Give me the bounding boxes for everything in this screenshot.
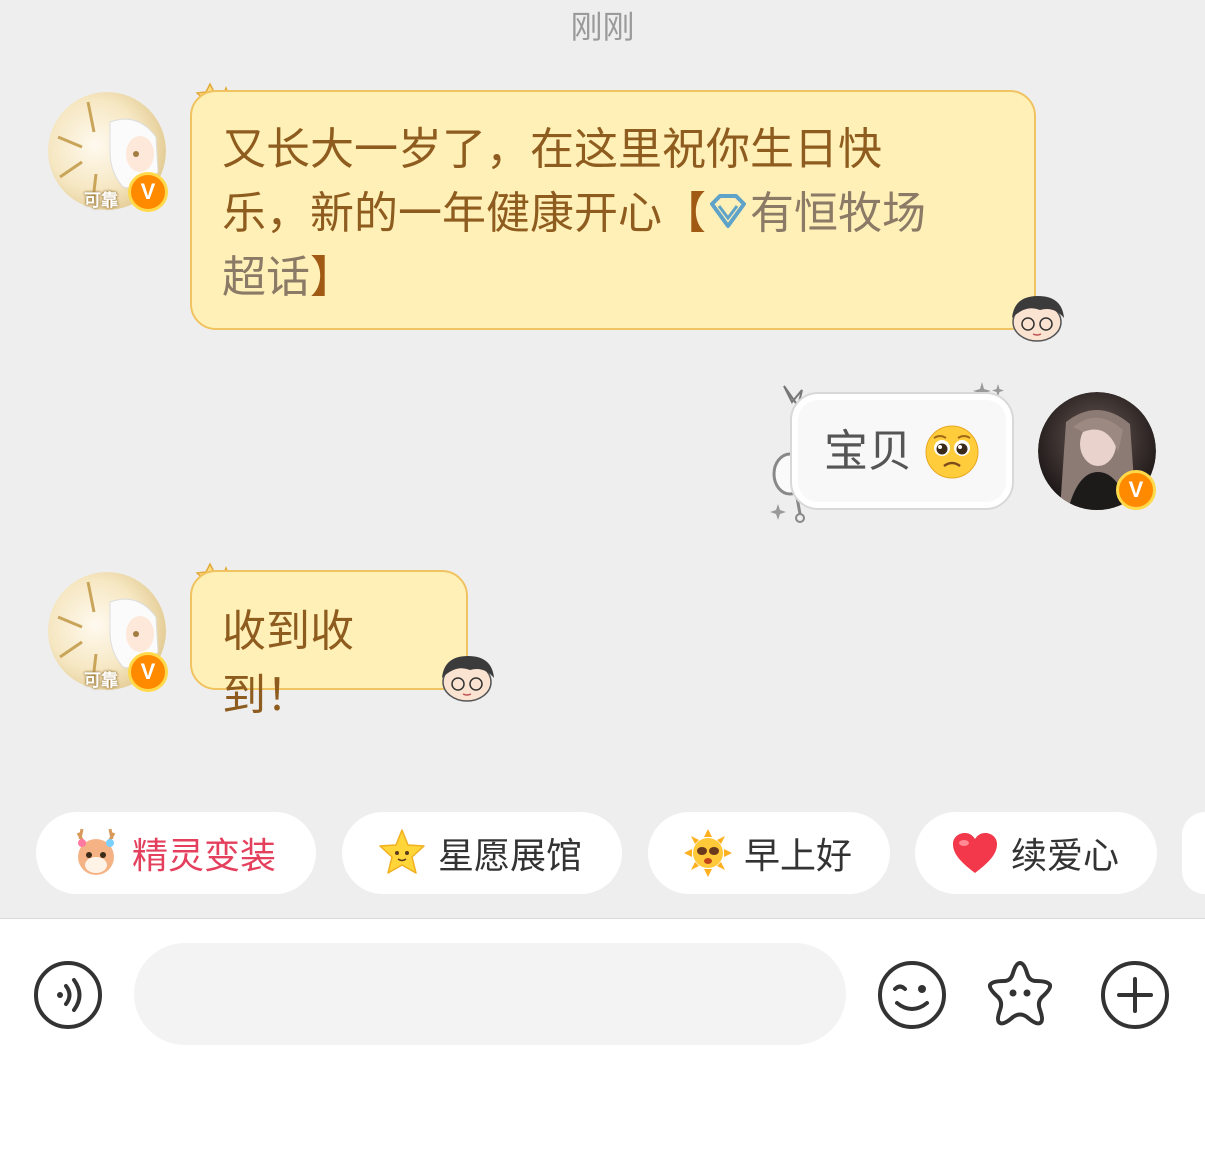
quick-reply-bar: 精灵变装 星愿展馆 早上好 续爱心: [0, 812, 1205, 896]
topic-bracket-close: 】: [310, 252, 354, 303]
avatar-badge-text: 可靠: [84, 191, 118, 211]
pleading-face-emoji-icon: [925, 425, 979, 479]
message-text: 收到收到！: [222, 606, 354, 721]
timestamp: 刚刚: [570, 8, 635, 46]
quick-reply-label: 续爱心: [1011, 836, 1120, 877]
fawn-icon: [68, 825, 124, 881]
voice-icon[interactable]: [32, 959, 104, 1031]
sender-avatar[interactable]: 可靠 V: [48, 92, 168, 212]
sun-face-icon: [680, 825, 736, 881]
message-bubble-own[interactable]: 宝贝: [790, 392, 1014, 510]
message-text: 宝贝: [824, 426, 912, 477]
chibi-boy-decoration-icon: [1012, 296, 1064, 342]
quick-reply-label: 星愿展馆: [438, 836, 583, 877]
own-avatar[interactable]: V: [1038, 392, 1156, 510]
message-bubble[interactable]: 收到收到！: [190, 570, 468, 721]
verified-badge: V: [128, 172, 168, 212]
message-input[interactable]: [134, 943, 846, 1045]
smiley-icon[interactable]: [876, 959, 948, 1031]
chibi-boy-decoration-icon: [442, 656, 494, 702]
quick-reply-chip-partial[interactable]: [1182, 812, 1205, 894]
topic-link-continued[interactable]: 超话: [222, 252, 310, 303]
quick-reply-chip[interactable]: 早上好: [648, 812, 890, 894]
star-sticker-icon[interactable]: [984, 957, 1056, 1029]
message-line: 又长大一岁了，在这里祝你生日快: [222, 124, 882, 175]
message-line: 超话】: [222, 246, 1004, 310]
verified-badge: V: [128, 652, 168, 692]
topic-bracket-open: 【: [662, 188, 706, 239]
message-line: 乐，新的一年健康开心【 有恒牧场: [222, 188, 926, 239]
verified-badge: V: [1116, 470, 1156, 510]
topic-link[interactable]: 有恒牧场: [706, 188, 926, 239]
quick-reply-chip[interactable]: 精灵变装: [36, 812, 316, 894]
sender-avatar[interactable]: 可靠 V: [48, 572, 168, 692]
plus-icon[interactable]: [1099, 959, 1171, 1031]
heart-icon: [947, 825, 1003, 881]
quick-reply-label: 精灵变装: [132, 836, 277, 877]
avatar-badge-text: 可靠: [84, 671, 118, 691]
message-bubble[interactable]: 又长大一岁了，在这里祝你生日快 乐，新的一年健康开心【 有恒牧场 超话】: [190, 90, 1036, 330]
quick-reply-label: 早上好: [744, 836, 853, 877]
quick-reply-chip[interactable]: 星愿展馆: [342, 812, 622, 894]
super-topic-diamond-icon: [710, 194, 746, 228]
star-face-icon: [374, 825, 430, 881]
quick-reply-chip[interactable]: 续爱心: [915, 812, 1157, 894]
input-toolbar: [0, 919, 1205, 1171]
